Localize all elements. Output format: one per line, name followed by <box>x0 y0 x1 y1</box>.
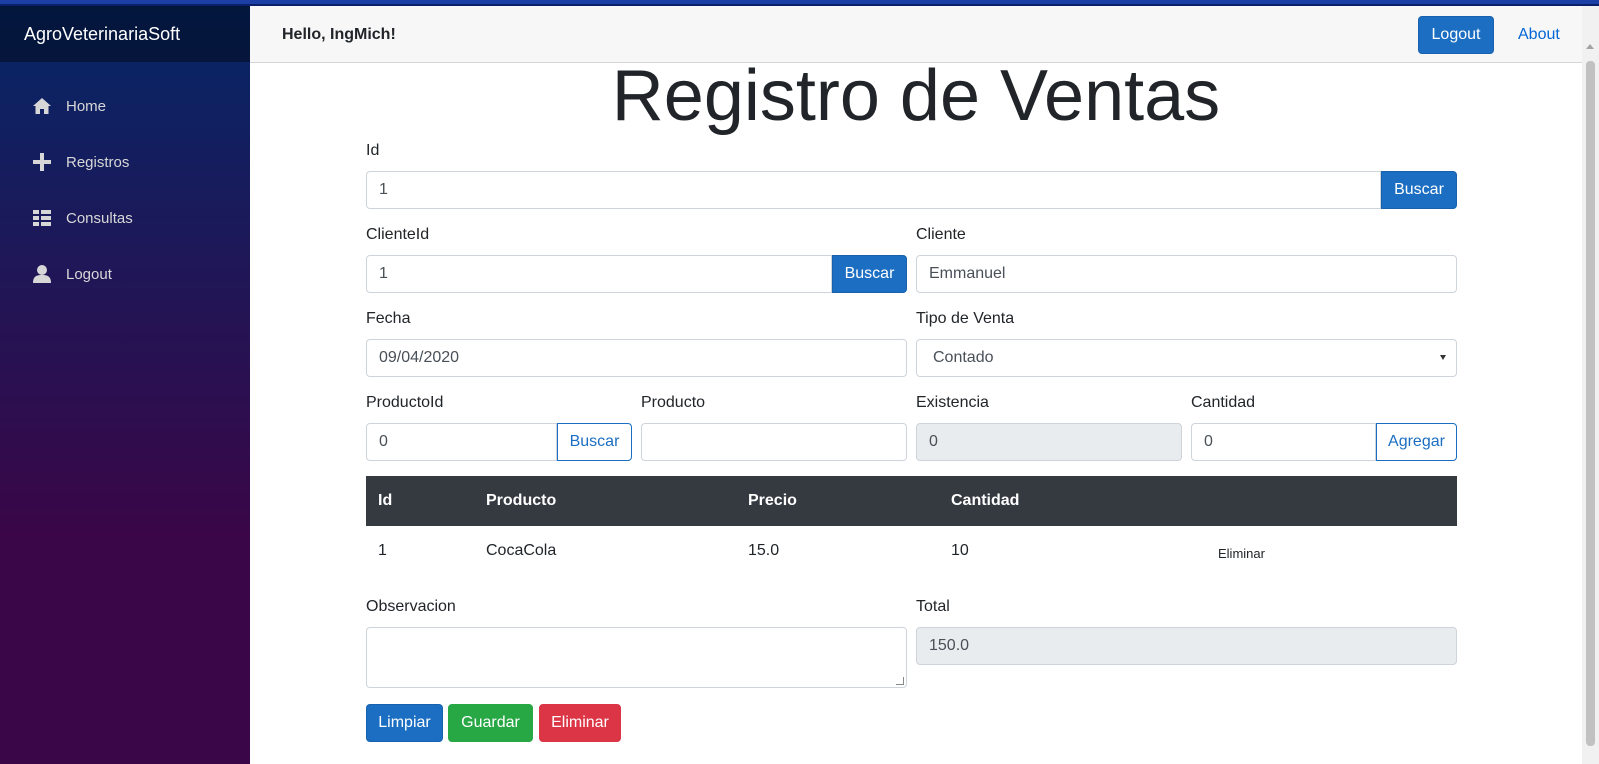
resize-handle-icon[interactable] <box>896 677 904 685</box>
sidebar-item-label: Logout <box>66 265 112 283</box>
existencia-label: Existencia <box>916 394 989 411</box>
eliminar-button[interactable]: Eliminar <box>539 704 621 742</box>
agregar-button[interactable]: Agregar <box>1376 423 1457 461</box>
guardar-button[interactable]: Guardar <box>448 704 533 742</box>
person-icon <box>32 264 52 284</box>
total-label: Total <box>916 598 950 615</box>
producto-input[interactable] <box>641 423 907 461</box>
fecha-label: Fecha <box>366 310 411 327</box>
row-id: 1 <box>378 542 387 559</box>
id-search-button[interactable]: Buscar <box>1381 171 1457 209</box>
cantidad-label: Cantidad <box>1191 394 1256 411</box>
sidebar-nav: Home Registros Consultas Logout <box>0 62 250 302</box>
row-producto: CocaCola <box>486 542 557 559</box>
detalle-table: Id Producto Precio Cantidad 1 CocaCola 1… <box>366 476 1457 578</box>
sidebar: AgroVeterinariaSoft Home Registros Consu… <box>0 6 250 764</box>
limpiar-button[interactable]: Limpiar <box>366 704 443 742</box>
chevron-down-icon <box>1440 355 1446 360</box>
sidebar-item-label: Home <box>66 97 107 115</box>
list-icon <box>32 208 52 228</box>
observacion-label: Observacion <box>366 598 456 615</box>
column-header-precio: Precio <box>748 492 797 509</box>
sidebar-item-label: Registros <box>66 153 130 171</box>
existencia-input: 0 <box>916 423 1182 461</box>
observacion-textarea[interactable] <box>366 627 907 688</box>
brand-title[interactable]: AgroVeterinariaSoft <box>0 6 250 62</box>
column-header-cantidad: Cantidad <box>951 492 1020 509</box>
column-header-producto: Producto <box>486 492 557 509</box>
fecha-input[interactable]: 09/04/2020 <box>366 339 907 377</box>
sidebar-item-consultas[interactable]: Consultas <box>0 190 250 246</box>
cliente-search-button[interactable]: Buscar <box>832 255 907 293</box>
sidebar-item-home[interactable]: Home <box>0 78 250 134</box>
row-delete-button[interactable]: Eliminar <box>1218 526 1265 582</box>
cliente-label: Cliente <box>916 226 966 243</box>
id-label: Id <box>366 142 380 159</box>
tipo-venta-label: Tipo de Venta <box>916 310 1015 327</box>
scrollbar-thumb[interactable] <box>1586 61 1595 746</box>
table-header: Id Producto Precio Cantidad <box>366 476 1457 526</box>
tipo-venta-value: Contado <box>933 349 994 366</box>
sidebar-item-registros[interactable]: Registros <box>0 134 250 190</box>
page-title: Registro de Ventas <box>611 56 1221 136</box>
main-content: Registro de Ventas Id 1 Buscar ClienteId… <box>250 56 1582 764</box>
cantidad-input[interactable]: 0 <box>1191 423 1376 461</box>
sidebar-item-logout[interactable]: Logout <box>0 246 250 302</box>
producto-label: Producto <box>641 394 706 411</box>
cliente-input[interactable]: Emmanuel <box>916 255 1457 293</box>
logout-button[interactable]: Logout <box>1418 16 1494 54</box>
row-cantidad: 10 <box>951 542 969 559</box>
column-header-id: Id <box>378 492 393 509</box>
producto-id-input[interactable]: 0 <box>366 423 557 461</box>
total-input: 150.0 <box>916 627 1457 665</box>
vertical-scrollbar[interactable] <box>1582 6 1599 764</box>
cliente-id-input[interactable]: 1 <box>366 255 832 293</box>
row-precio: 15.0 <box>748 542 780 559</box>
cliente-id-label: ClienteId <box>366 226 430 243</box>
plus-icon <box>32 152 52 172</box>
scroll-up-arrow-icon[interactable] <box>1586 44 1594 49</box>
producto-search-button[interactable]: Buscar <box>557 423 632 461</box>
sidebar-item-label: Consultas <box>66 209 133 227</box>
table-row: 1 CocaCola 15.0 10 Eliminar <box>366 526 1457 578</box>
producto-id-label: ProductoId <box>366 394 444 411</box>
id-input[interactable]: 1 <box>366 171 1381 209</box>
tipo-venta-select[interactable]: Contado <box>916 339 1457 377</box>
home-icon <box>32 96 52 116</box>
